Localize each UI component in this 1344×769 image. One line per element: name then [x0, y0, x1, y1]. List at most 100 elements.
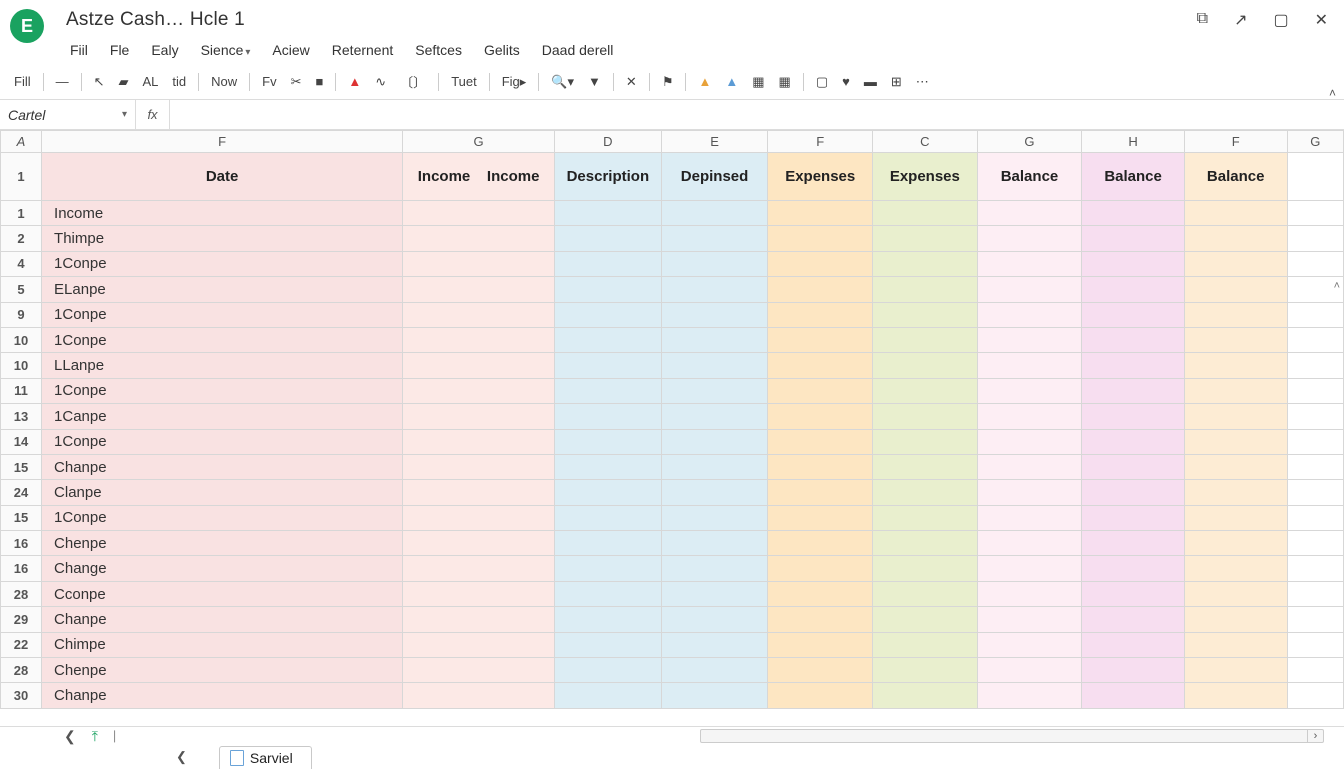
cell[interactable]: [1184, 353, 1287, 378]
cell[interactable]: LLanpe: [42, 353, 403, 378]
cell[interactable]: [661, 429, 768, 454]
name-box-input[interactable]: [8, 107, 98, 123]
column-header[interactable]: G: [977, 131, 1082, 153]
zoom-icon[interactable]: 🔍▾: [547, 71, 578, 93]
cell[interactable]: [873, 378, 978, 403]
cell[interactable]: [873, 302, 978, 327]
more-icon[interactable]: ⋯: [912, 71, 933, 93]
cell[interactable]: 1Conpe: [42, 251, 403, 276]
category-header-cell[interactable]: Balance: [977, 153, 1082, 201]
cell[interactable]: [403, 226, 555, 251]
cell[interactable]: [768, 556, 873, 581]
cell[interactable]: [977, 632, 1082, 657]
row-header[interactable]: 14: [1, 429, 42, 454]
cell[interactable]: [768, 531, 873, 556]
cell[interactable]: [661, 683, 768, 708]
cell[interactable]: [873, 429, 978, 454]
person-orange-icon[interactable]: ▲: [694, 71, 715, 93]
cell[interactable]: [661, 454, 768, 479]
spreadsheet-grid[interactable]: AFGDEFCGHFG 1DateIncome IncomeDescriptio…: [0, 130, 1344, 709]
cell[interactable]: [1082, 353, 1185, 378]
row-header[interactable]: 13: [1, 404, 42, 429]
column-header[interactable]: F: [42, 131, 403, 153]
cell[interactable]: [1082, 607, 1185, 632]
cell[interactable]: [403, 201, 555, 226]
cell[interactable]: [403, 632, 555, 657]
cell[interactable]: [555, 251, 662, 276]
category-header-cell[interactable]: Balance: [1184, 153, 1287, 201]
cell[interactable]: [873, 201, 978, 226]
cell[interactable]: [555, 581, 662, 606]
cell[interactable]: [768, 683, 873, 708]
cell[interactable]: [873, 505, 978, 530]
cell[interactable]: [555, 632, 662, 657]
cell[interactable]: [661, 658, 768, 683]
filter-icon[interactable]: ▼: [584, 71, 605, 93]
cell[interactable]: [1287, 632, 1344, 657]
cell[interactable]: [661, 201, 768, 226]
cell[interactable]: [1184, 556, 1287, 581]
category-header-cell[interactable]: Depinsed: [661, 153, 768, 201]
al-tool[interactable]: AL: [139, 71, 163, 93]
cell[interactable]: [873, 658, 978, 683]
cell[interactable]: [555, 505, 662, 530]
cell[interactable]: [768, 505, 873, 530]
close-button[interactable]: ✕: [1315, 10, 1328, 30]
cell[interactable]: [873, 277, 978, 302]
cell[interactable]: [977, 302, 1082, 327]
cell[interactable]: [768, 632, 873, 657]
cell[interactable]: Change: [42, 556, 403, 581]
cell[interactable]: [1287, 302, 1344, 327]
cell[interactable]: [1287, 607, 1344, 632]
cell[interactable]: [768, 378, 873, 403]
cell[interactable]: [1287, 404, 1344, 429]
cell[interactable]: [1184, 327, 1287, 352]
cell[interactable]: Income: [42, 201, 403, 226]
row-header[interactable]: 4: [1, 251, 42, 276]
cell[interactable]: [661, 505, 768, 530]
name-box-dropdown-icon[interactable]: ▾: [122, 109, 127, 120]
cell[interactable]: [768, 201, 873, 226]
cell[interactable]: [403, 531, 555, 556]
cell[interactable]: [403, 607, 555, 632]
cell[interactable]: [768, 607, 873, 632]
cell[interactable]: Chenpe: [42, 531, 403, 556]
cell[interactable]: [1082, 632, 1185, 657]
cell[interactable]: [1287, 505, 1344, 530]
column-header[interactable]: D: [555, 131, 662, 153]
cell[interactable]: [977, 277, 1082, 302]
cell[interactable]: [1184, 480, 1287, 505]
tuet-tool[interactable]: Tuet: [447, 71, 481, 93]
row-header[interactable]: 28: [1, 581, 42, 606]
cell[interactable]: [555, 454, 662, 479]
cell[interactable]: [768, 302, 873, 327]
cell[interactable]: [1287, 531, 1344, 556]
row-header[interactable]: 16: [1, 556, 42, 581]
name-box[interactable]: ▾: [0, 100, 136, 129]
select-all-corner[interactable]: A: [1, 131, 42, 153]
cell[interactable]: [1082, 201, 1185, 226]
horizontal-scrollbar[interactable]: ›: [700, 729, 1324, 743]
app-icon[interactable]: E: [10, 9, 44, 43]
cell[interactable]: [1287, 378, 1344, 403]
cell[interactable]: [873, 556, 978, 581]
cell[interactable]: [1184, 454, 1287, 479]
vscroll-up-icon[interactable]: ˄: [1334, 280, 1340, 292]
cell[interactable]: [768, 327, 873, 352]
cell[interactable]: [403, 454, 555, 479]
cell[interactable]: [555, 658, 662, 683]
column-header[interactable]: G: [1287, 131, 1344, 153]
tab-nav-home-icon[interactable]: ⤒: [84, 728, 106, 745]
cell[interactable]: [1082, 302, 1185, 327]
cell[interactable]: [1184, 277, 1287, 302]
cell[interactable]: [768, 226, 873, 251]
row-header[interactable]: 28: [1, 658, 42, 683]
sheet-nav-prev-icon[interactable]: ❮: [176, 749, 187, 765]
note-icon[interactable]: ▢: [812, 71, 832, 93]
cell[interactable]: [661, 251, 768, 276]
strike-icon[interactable]: ✂: [287, 71, 306, 93]
row-header[interactable]: 5: [1, 277, 42, 302]
cell[interactable]: [977, 480, 1082, 505]
cell[interactable]: [661, 581, 768, 606]
cell[interactable]: [403, 251, 555, 276]
